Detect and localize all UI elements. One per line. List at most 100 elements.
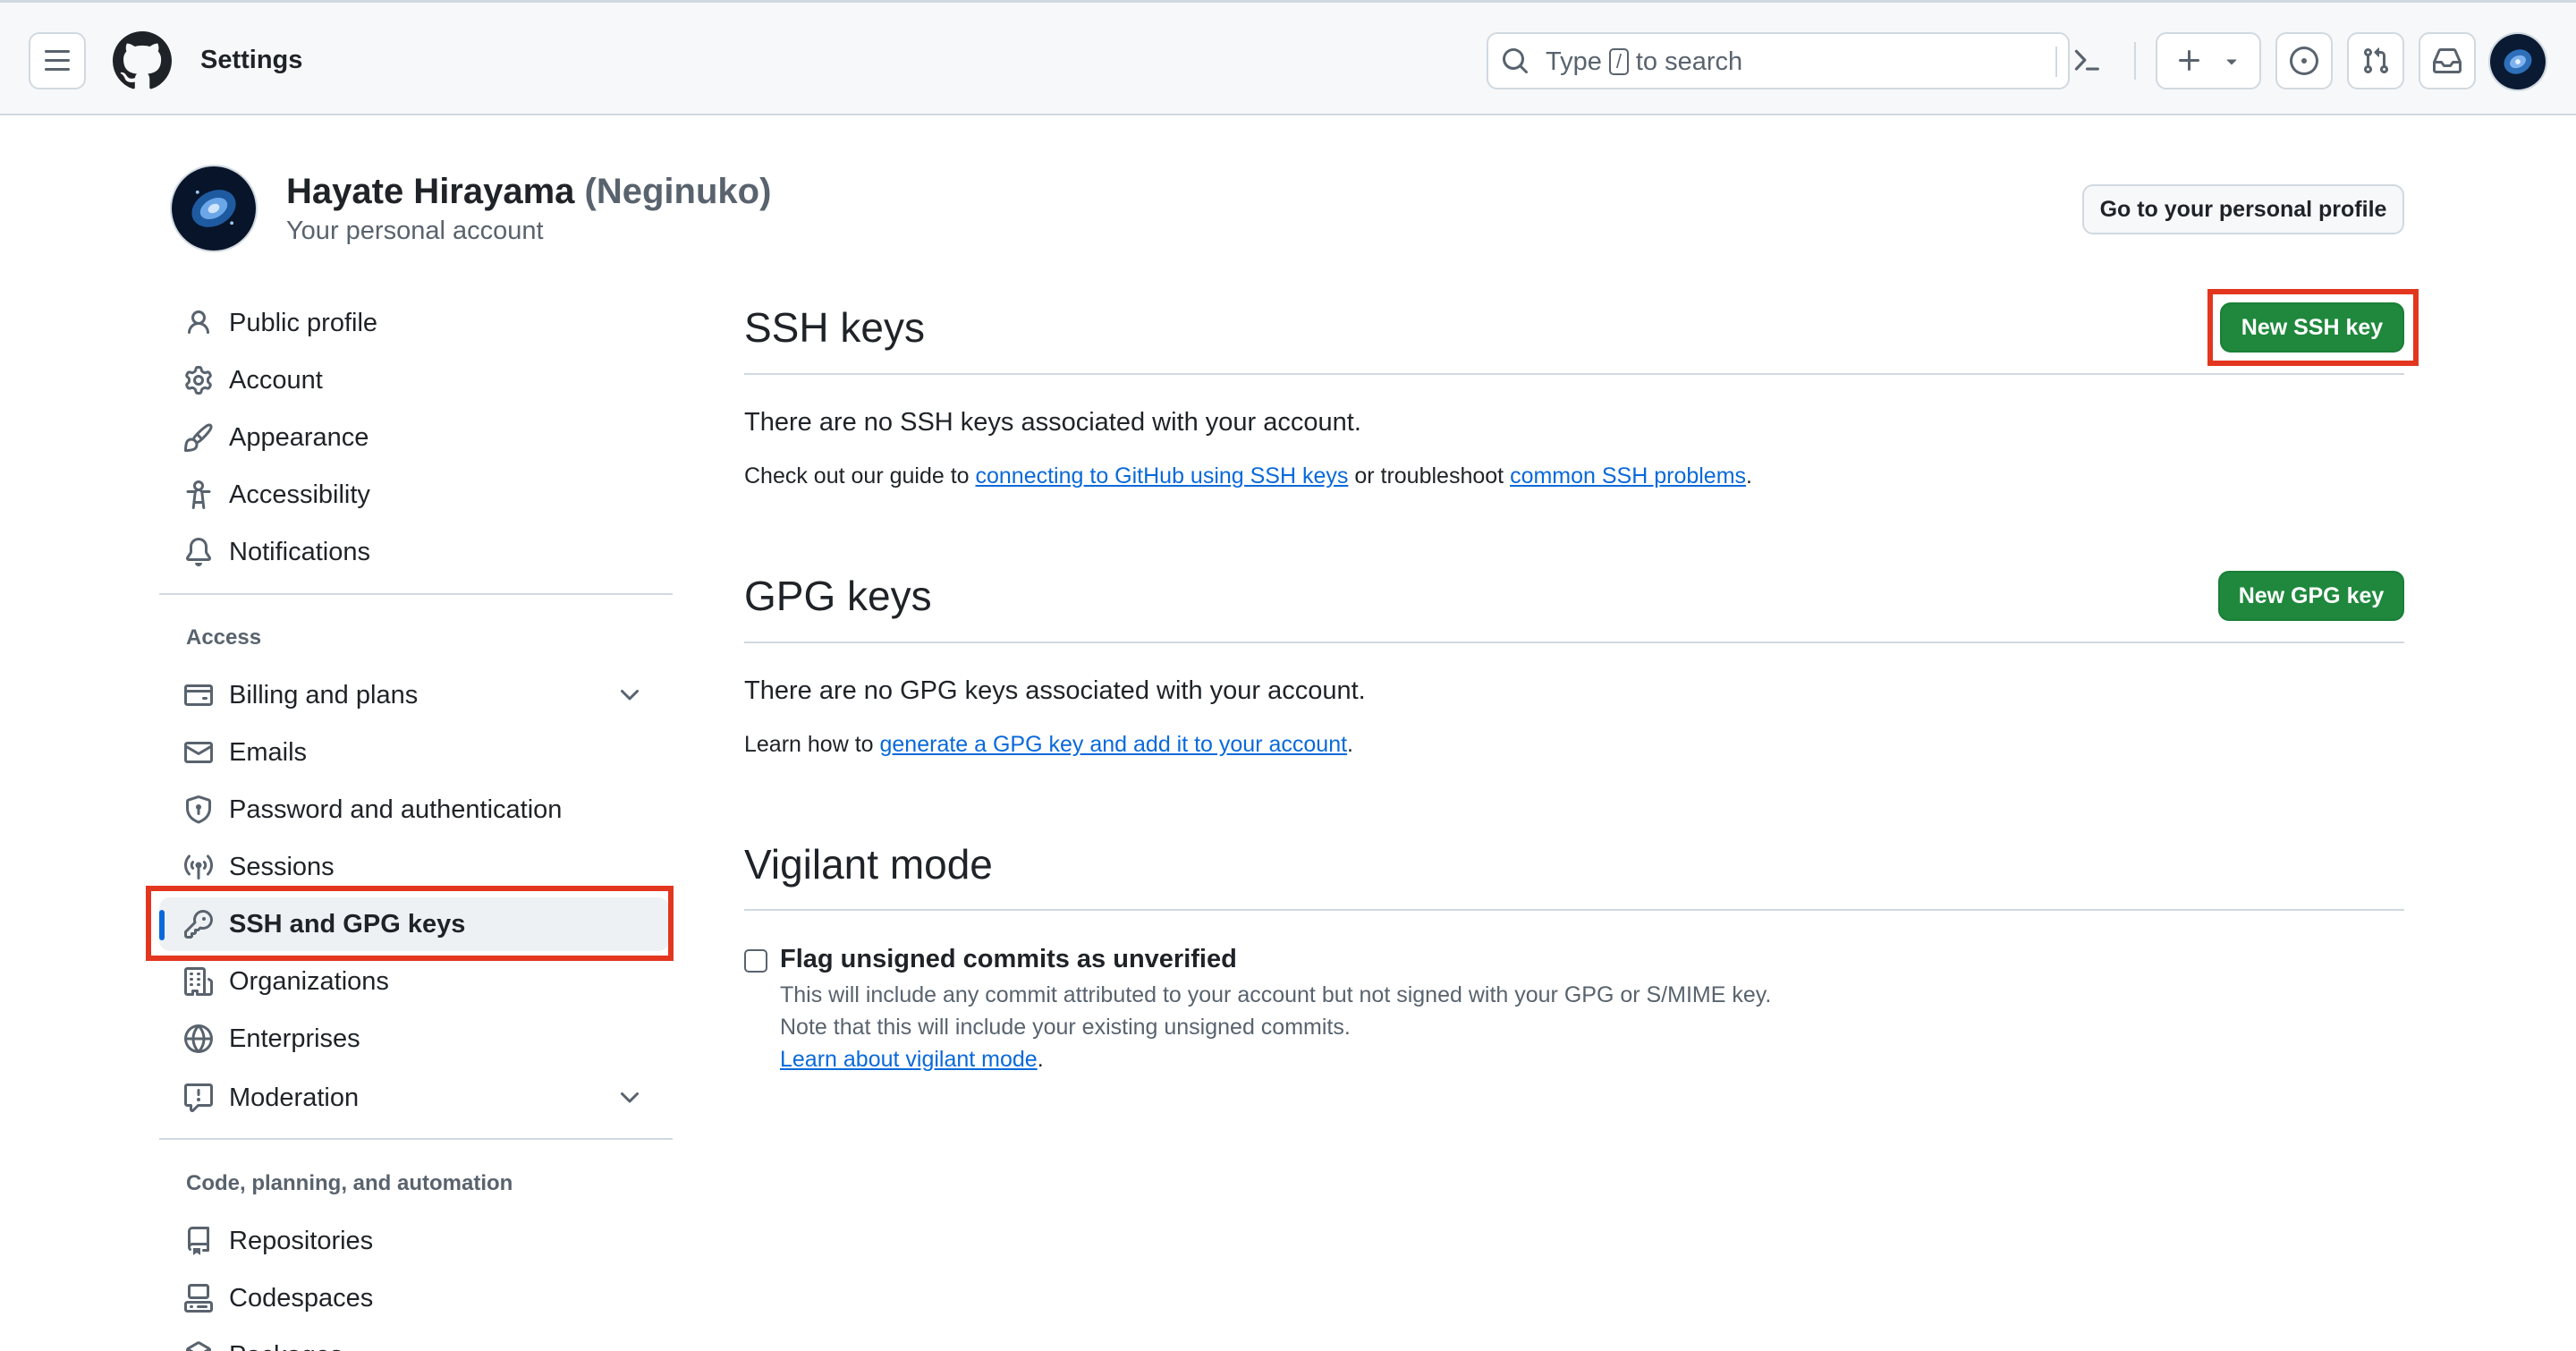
- sidebar-item-organizations[interactable]: Organizations: [159, 955, 669, 1008]
- vigilant-learn-link[interactable]: Learn about vigilant mode: [780, 1047, 1038, 1072]
- command-palette-button[interactable]: [2057, 32, 2114, 89]
- vigilant-mode-heading: Vigilant mode: [744, 841, 993, 888]
- highlight-ssh-gpg-keys: [146, 886, 674, 961]
- terminal-icon: [2074, 49, 2099, 71]
- ssh-guide-link[interactable]: connecting to GitHub using SSH keys: [976, 463, 1349, 489]
- sidebar-item-label: Account: [229, 366, 323, 395]
- header-context-title[interactable]: Settings: [200, 44, 302, 76]
- ssh-guide-suffix: .: [1746, 463, 1752, 489]
- sidebar-item-label: Billing and plans: [229, 681, 419, 709]
- sidebar-item-enterprises[interactable]: Enterprises: [159, 1012, 669, 1066]
- create-new-button[interactable]: [2156, 32, 2261, 89]
- sidebar-item-label: Packages: [229, 1339, 343, 1351]
- gpg-learn-suffix: .: [1347, 732, 1353, 757]
- gear-icon: [185, 366, 212, 395]
- github-logo-icon[interactable]: [113, 31, 172, 90]
- vigilant-learn-text: Learn about vigilant mode.: [780, 1045, 1044, 1074]
- new-gpg-key-button[interactable]: New GPG key: [2218, 571, 2404, 621]
- profile-username: (Neginuko): [584, 172, 772, 211]
- sidebar-item-repositories[interactable]: Repositories: [159, 1214, 669, 1268]
- global-header: Settings Type / to search: [0, 3, 2576, 115]
- sidebar-item-label: Enterprises: [229, 1024, 360, 1053]
- open-menu-button[interactable]: [29, 32, 86, 89]
- your-issues-button[interactable]: [2275, 32, 2333, 89]
- paintbrush-icon: [184, 423, 213, 452]
- avatar-image: [172, 166, 256, 251]
- package-icon: [186, 1341, 211, 1351]
- ssh-guide-text: Check out our guide to connecting to Git…: [744, 462, 1752, 490]
- search-input[interactable]: Type / to search: [1487, 32, 2070, 89]
- ssh-guide-middle: or troubleshoot: [1348, 463, 1511, 489]
- git-pull-request-icon: [2363, 47, 2389, 74]
- codespaces-icon: [184, 1284, 213, 1313]
- triangle-down-icon: [2226, 59, 2236, 65]
- sidebar-item-password-authentication[interactable]: Password and authentication: [159, 783, 669, 837]
- highlight-new-ssh-key: [2207, 289, 2419, 366]
- ssh-section-rule: [744, 373, 2404, 375]
- gpg-keys-heading: GPG keys: [744, 573, 932, 619]
- sidebar-item-packages[interactable]: Packages: [159, 1329, 669, 1351]
- sidebar-item-emails[interactable]: Emails: [159, 726, 669, 779]
- header-divider: [2134, 42, 2136, 80]
- sidebar-heading-code-planning: Code, planning, and automation: [186, 1171, 513, 1195]
- avatar-image: [2490, 34, 2546, 89]
- person-icon: [188, 310, 209, 335]
- profile-display-name: Hayate Hirayama: [286, 172, 575, 211]
- gpg-learn-text: Learn how to generate a GPG key and add …: [744, 730, 1353, 759]
- sidebar-item-label: Organizations: [229, 967, 389, 996]
- gpg-learn-link[interactable]: generate a GPG key and add it to your ac…: [880, 732, 1348, 757]
- ssh-keys-heading: SSH keys: [744, 304, 925, 351]
- sidebar-item-notifications[interactable]: Notifications: [159, 525, 669, 579]
- search-placeholder-after: to search: [1635, 47, 1743, 76]
- sidebar-item-public-profile[interactable]: Public profile: [159, 296, 669, 350]
- inbox-icon: [2433, 48, 2462, 73]
- mail-icon: [184, 742, 213, 763]
- your-pull-requests-button[interactable]: [2347, 32, 2404, 89]
- user-avatar-button[interactable]: [2488, 32, 2547, 91]
- search-placeholder-before: Type: [1546, 47, 1602, 76]
- sidebar-item-label: Notifications: [229, 538, 370, 566]
- gpg-empty-message: There are no GPG keys associated with yo…: [744, 676, 1366, 705]
- sidebar-item-codespaces[interactable]: Codespaces: [159, 1271, 669, 1325]
- sidebar-item-accessibility[interactable]: Accessibility: [159, 468, 669, 522]
- gpg-section-rule: [744, 642, 2404, 643]
- ssh-guide-prefix: Check out our guide to: [744, 463, 976, 489]
- ssh-empty-message: There are no SSH keys associated with yo…: [744, 408, 1361, 437]
- vigilant-learn-suffix: .: [1037, 1047, 1044, 1072]
- profile-subtitle: Your personal account: [286, 217, 544, 245]
- vigilant-note-1: This will include any commit attributed …: [780, 982, 1772, 1007]
- credit-card-icon: [184, 684, 213, 706]
- sidebar-item-account[interactable]: Account: [159, 353, 669, 407]
- flag-unsigned-commits-label[interactable]: Flag unsigned commits as unverified: [780, 943, 1237, 975]
- sidebar-item-label: Password and authentication: [229, 795, 563, 824]
- sidebar-item-moderation[interactable]: Moderation: [159, 1071, 669, 1125]
- vigilant-section-rule: [744, 909, 2404, 911]
- sidebar-divider: [159, 1138, 673, 1140]
- plus-icon: [2178, 50, 2199, 71]
- sidebar-heading-access: Access: [186, 625, 262, 650]
- sidebar-item-label: Appearance: [229, 423, 369, 452]
- organization-icon: [184, 967, 213, 996]
- sidebar-item-appearance[interactable]: Appearance: [159, 411, 669, 464]
- sidebar-item-label: Emails: [229, 738, 308, 767]
- shield-lock-icon: [186, 795, 211, 824]
- chevron-down-icon[interactable]: [615, 681, 644, 709]
- hamburger-icon: [45, 50, 70, 71]
- notifications-inbox-button[interactable]: [2419, 32, 2476, 89]
- report-icon: [184, 1083, 213, 1112]
- ssh-problems-link[interactable]: common SSH problems: [1510, 463, 1746, 489]
- repo-icon: [188, 1227, 209, 1255]
- go-to-personal-profile-button[interactable]: Go to your personal profile: [2082, 184, 2404, 234]
- sidebar-item-label: Codespaces: [229, 1284, 374, 1313]
- sidebar-divider: [159, 593, 673, 595]
- search-shortcut-key: /: [1608, 48, 1629, 75]
- globe-icon: [184, 1024, 213, 1053]
- search-placeholder: Type / to search: [1546, 47, 1742, 77]
- sidebar-item-label: Moderation: [229, 1083, 360, 1112]
- flag-unsigned-commits-checkbox[interactable]: [744, 949, 767, 973]
- sidebar-item-label: Public profile: [229, 309, 378, 337]
- profile-avatar[interactable]: [170, 165, 258, 252]
- vigilant-note-2: Note that this will include your existin…: [780, 1015, 1351, 1040]
- chevron-down-icon[interactable]: [615, 1083, 644, 1112]
- sidebar-item-billing[interactable]: Billing and plans: [159, 668, 669, 722]
